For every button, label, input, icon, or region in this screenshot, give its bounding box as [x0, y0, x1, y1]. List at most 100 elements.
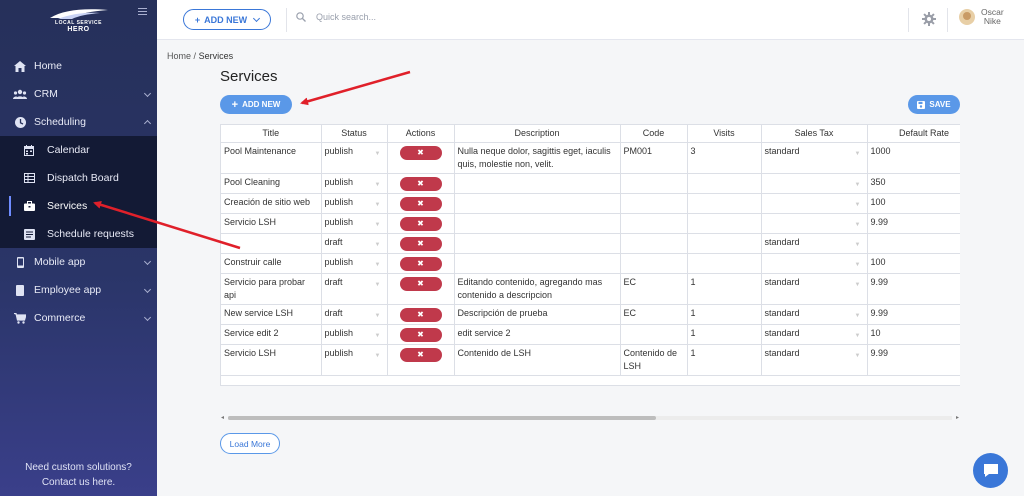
title-cell[interactable]: Servicio para probar api	[221, 273, 322, 305]
delete-button[interactable]: ✖	[399, 236, 442, 251]
dropdown-arrow-icon[interactable]: ▼	[855, 148, 861, 161]
user-menu[interactable]: Oscar Nike	[959, 8, 1004, 26]
sidebar-item-commerce[interactable]: Commerce	[0, 304, 157, 332]
default-rate-cell[interactable]: 350	[867, 173, 960, 194]
table-row[interactable]: Creación de sitio web publish ▼ ✖ ▼ 100	[221, 193, 960, 214]
code-cell[interactable]	[620, 233, 688, 254]
title-cell[interactable]	[221, 233, 322, 254]
table-row[interactable]: draft ▼ ✖ standard ▼	[221, 233, 960, 254]
status-cell[interactable]: draft ▼	[321, 304, 388, 325]
table-row[interactable]: New service LSH draft ▼ ✖ Descripción de pru…	[221, 304, 960, 325]
dropdown-arrow-icon[interactable]: ▼	[375, 350, 381, 363]
visits-cell[interactable]: 3	[687, 142, 762, 174]
logo[interactable]: LOCAL SERVICE HERO	[48, 8, 110, 33]
dropdown-arrow-icon[interactable]: ▼	[855, 350, 861, 363]
column-header-default-rate[interactable]: Default Rate	[867, 125, 960, 143]
code-cell[interactable]	[620, 173, 688, 194]
visits-cell[interactable]	[687, 193, 762, 214]
column-header-code[interactable]: Code	[620, 125, 688, 143]
sidebar-item-home[interactable]: Home	[0, 52, 157, 80]
title-cell[interactable]: Servicio LSH	[221, 213, 322, 234]
title-cell[interactable]: Pool Maintenance	[221, 142, 322, 174]
default-rate-cell[interactable]: 9.99	[867, 273, 960, 305]
description-cell[interactable]: Editando contenido, agregando mas conten…	[454, 273, 621, 305]
table-row[interactable]: Pool Maintenance publish ▼ ✖ Nulla neque dol…	[221, 142, 960, 174]
dropdown-arrow-icon[interactable]: ▼	[375, 148, 381, 161]
visits-cell[interactable]: 1	[687, 304, 762, 325]
table-row[interactable]: Servicio LSH publish ▼ ✖ Contenido de LSH Con…	[221, 344, 960, 376]
sales-tax-cell[interactable]: ▼	[761, 213, 868, 234]
default-rate-cell[interactable]: 9.99	[867, 213, 960, 234]
table-row[interactable]: Construir calle publish ▼ ✖ ▼ 100	[221, 253, 960, 274]
default-rate-cell[interactable]: 100	[867, 193, 960, 214]
column-header-title[interactable]: Title	[221, 125, 322, 143]
sidebar-item-scheduling[interactable]: Scheduling	[0, 108, 157, 136]
sales-tax-cell[interactable]: standard ▼	[761, 142, 868, 174]
default-rate-cell[interactable]: 1000	[867, 142, 960, 174]
sales-tax-cell[interactable]: standard ▼	[761, 344, 868, 376]
visits-cell[interactable]: 1	[687, 344, 762, 376]
status-cell[interactable]: draft ▼	[321, 273, 388, 305]
status-cell[interactable]: publish ▼	[321, 173, 388, 194]
description-cell[interactable]	[454, 193, 621, 214]
dropdown-arrow-icon[interactable]: ▼	[855, 199, 861, 212]
code-cell[interactable]	[620, 253, 688, 274]
title-cell[interactable]: Creación de sitio web	[221, 193, 322, 214]
status-cell[interactable]: publish ▼	[321, 213, 388, 234]
code-cell[interactable]: PM001	[620, 142, 688, 174]
title-cell[interactable]: New service LSH	[221, 304, 322, 325]
title-cell[interactable]: Pool Cleaning	[221, 173, 322, 194]
description-cell[interactable]	[454, 233, 621, 254]
description-cell[interactable]: Contenido de LSH	[454, 344, 621, 376]
sales-tax-cell[interactable]: ▼	[761, 253, 868, 274]
status-cell[interactable]: publish ▼	[321, 142, 388, 174]
column-header-visits[interactable]: Visits	[687, 125, 762, 143]
code-cell[interactable]: Contenido de LSH	[620, 344, 688, 376]
table-row[interactable]: Servicio LSH publish ▼ ✖ ▼ 9.99	[221, 213, 960, 234]
dropdown-arrow-icon[interactable]: ▼	[855, 330, 861, 343]
code-cell[interactable]	[620, 213, 688, 234]
visits-cell[interactable]: 1	[687, 324, 762, 345]
search-input[interactable]: Quick search...	[296, 12, 376, 22]
add-new-button[interactable]: + ADD NEW	[220, 95, 292, 114]
scrollbar-thumb[interactable]	[228, 416, 656, 420]
status-cell[interactable]: publish ▼	[321, 253, 388, 274]
status-cell[interactable]: publish ▼	[321, 324, 388, 345]
visits-cell[interactable]	[687, 233, 762, 254]
default-rate-cell[interactable]: 9.99	[867, 344, 960, 376]
sales-tax-cell[interactable]: standard ▼	[761, 233, 868, 254]
title-cell[interactable]: Servicio LSH	[221, 344, 322, 376]
dropdown-arrow-icon[interactable]: ▼	[375, 219, 381, 232]
dropdown-arrow-icon[interactable]: ▼	[375, 179, 381, 192]
add-new-dropdown-button[interactable]: + ADD NEW	[183, 9, 271, 30]
save-button[interactable]: SAVE	[908, 95, 960, 114]
visits-cell[interactable]	[687, 213, 762, 234]
sales-tax-cell[interactable]: ▼	[761, 193, 868, 214]
code-cell[interactable]	[620, 193, 688, 214]
sidebar-item-crm[interactable]: CRM	[0, 80, 157, 108]
dropdown-arrow-icon[interactable]: ▼	[855, 279, 861, 292]
column-header-description[interactable]: Description	[454, 125, 621, 143]
horizontal-scrollbar[interactable]: ◂ ▸	[220, 414, 960, 422]
description-cell[interactable]: Nulla neque dolor, sagittis eget, iaculi…	[454, 142, 621, 174]
delete-button[interactable]: ✖	[399, 347, 442, 362]
delete-button[interactable]: ✖	[399, 196, 442, 211]
default-rate-cell[interactable]: 9.99	[867, 304, 960, 325]
code-cell[interactable]: EC	[620, 273, 688, 305]
dropdown-arrow-icon[interactable]: ▼	[855, 179, 861, 192]
dropdown-arrow-icon[interactable]: ▼	[855, 310, 861, 323]
sidebar-item-employee-app[interactable]: Employee app	[0, 276, 157, 304]
delete-button[interactable]: ✖	[399, 216, 442, 231]
code-cell[interactable]	[620, 324, 688, 345]
scroll-right-icon[interactable]: ▸	[956, 414, 959, 421]
sidebar-item-services[interactable]: Services	[0, 192, 157, 220]
delete-button[interactable]: ✖	[399, 145, 442, 160]
dropdown-arrow-icon[interactable]: ▼	[375, 279, 381, 292]
default-rate-cell[interactable]: 100	[867, 253, 960, 274]
delete-button[interactable]: ✖	[399, 276, 442, 291]
delete-button[interactable]: ✖	[399, 176, 442, 191]
sidebar-item-mobile-app[interactable]: Mobile app	[0, 248, 157, 276]
visits-cell[interactable]: 1	[687, 273, 762, 305]
table-row[interactable]: Pool Cleaning publish ▼ ✖ ▼ 350	[221, 173, 960, 194]
sales-tax-cell[interactable]: standard ▼	[761, 304, 868, 325]
